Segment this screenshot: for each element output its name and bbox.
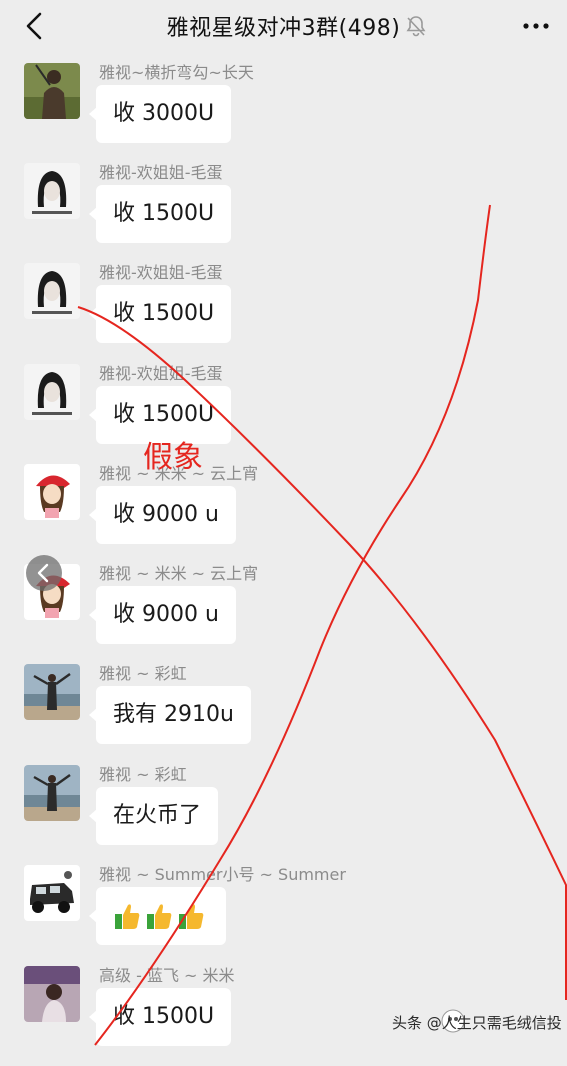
sender-name: 雅视~横折弯勾~长天 [99, 63, 254, 82]
group-title: 雅视星级对冲3群(498) [166, 16, 401, 41]
message-bubble[interactable]: 收 1500U [88, 185, 232, 243]
sender-name: 雅视-欢姐姐-毛蛋 [99, 364, 223, 383]
message-bubble[interactable]: 在火币了 [88, 787, 219, 845]
chat-header: 雅视星级对冲3群(498) [0, 0, 567, 52]
avatar-girl-sketch[interactable] [24, 163, 80, 219]
message-bubble[interactable]: 收 1500U [88, 285, 232, 343]
avatar-girl-sketch[interactable] [24, 263, 80, 319]
message-bubble[interactable]: 收 1500U [88, 988, 232, 1046]
message-item: 雅视 ~ 彩虹 在火币了 [0, 765, 567, 865]
avatar-beach-person[interactable] [24, 664, 80, 720]
message-item: 雅视 ~ Summer小号 ~ Summer [0, 865, 567, 965]
avatar-girl-sketch[interactable] [24, 364, 80, 420]
sender-name: 雅视-欢姐姐-毛蛋 [99, 263, 223, 282]
sender-name: 雅视 ~ 米米 ~ 云上宵 [99, 564, 259, 583]
message-item: 雅视-欢姐姐-毛蛋 收 1500U [0, 163, 567, 263]
message-bubble[interactable]: 我有 2910u [89, 686, 251, 744]
floating-back-button[interactable] [26, 555, 62, 591]
thumbs-up-icon [147, 904, 172, 929]
avatar-jeep[interactable] [24, 865, 80, 921]
sender-name: 雅视 ~ Summer小号 ~ Summer [99, 865, 346, 884]
thumbs-up-icon [115, 904, 140, 929]
message-bubble[interactable] [89, 887, 226, 945]
watermark-text: 头条 @人生只需毛绒信投 [392, 1014, 562, 1032]
avatar-cartoon-girl-red-hat[interactable] [24, 464, 80, 520]
message-bubble[interactable]: 收 3000U [88, 85, 232, 143]
more-options-icon[interactable] [520, 14, 552, 38]
mute-bell-icon [406, 16, 426, 37]
sender-name: 高级 - 蓝飞 ~ 米米 [99, 966, 235, 985]
message-item: 雅视-欢姐姐-毛蛋 收 1500U [0, 364, 567, 464]
message-bubble[interactable]: 收 9000 u [89, 586, 236, 644]
avatar-beach-person[interactable] [24, 765, 80, 821]
annotation-label: 假象 [143, 440, 203, 475]
sender-name: 雅视 ~ 彩虹 [99, 765, 187, 784]
message-item: 雅视~横折弯勾~长天 收 3000U [0, 63, 567, 163]
message-item: 雅视 ~ 米米 ~ 云上宵 收 9000 u [0, 464, 567, 564]
sender-name: 雅视-欢姐姐-毛蛋 [99, 163, 223, 182]
message-item: 雅视 ~ 彩虹 我有 2910u [0, 664, 567, 764]
avatar-girl-photo[interactable] [24, 966, 80, 1022]
avatar-person-outdoor[interactable] [24, 63, 80, 119]
message-item: 雅视-欢姐姐-毛蛋 收 1500U [0, 263, 567, 363]
sender-name: 雅视 ~ 彩虹 [99, 664, 187, 683]
thumbs-up-icon [179, 904, 204, 929]
message-bubble[interactable]: 收 9000 u [89, 486, 236, 544]
message-item: 雅视 ~ 米米 ~ 云上宵 收 9000 u [0, 564, 567, 664]
